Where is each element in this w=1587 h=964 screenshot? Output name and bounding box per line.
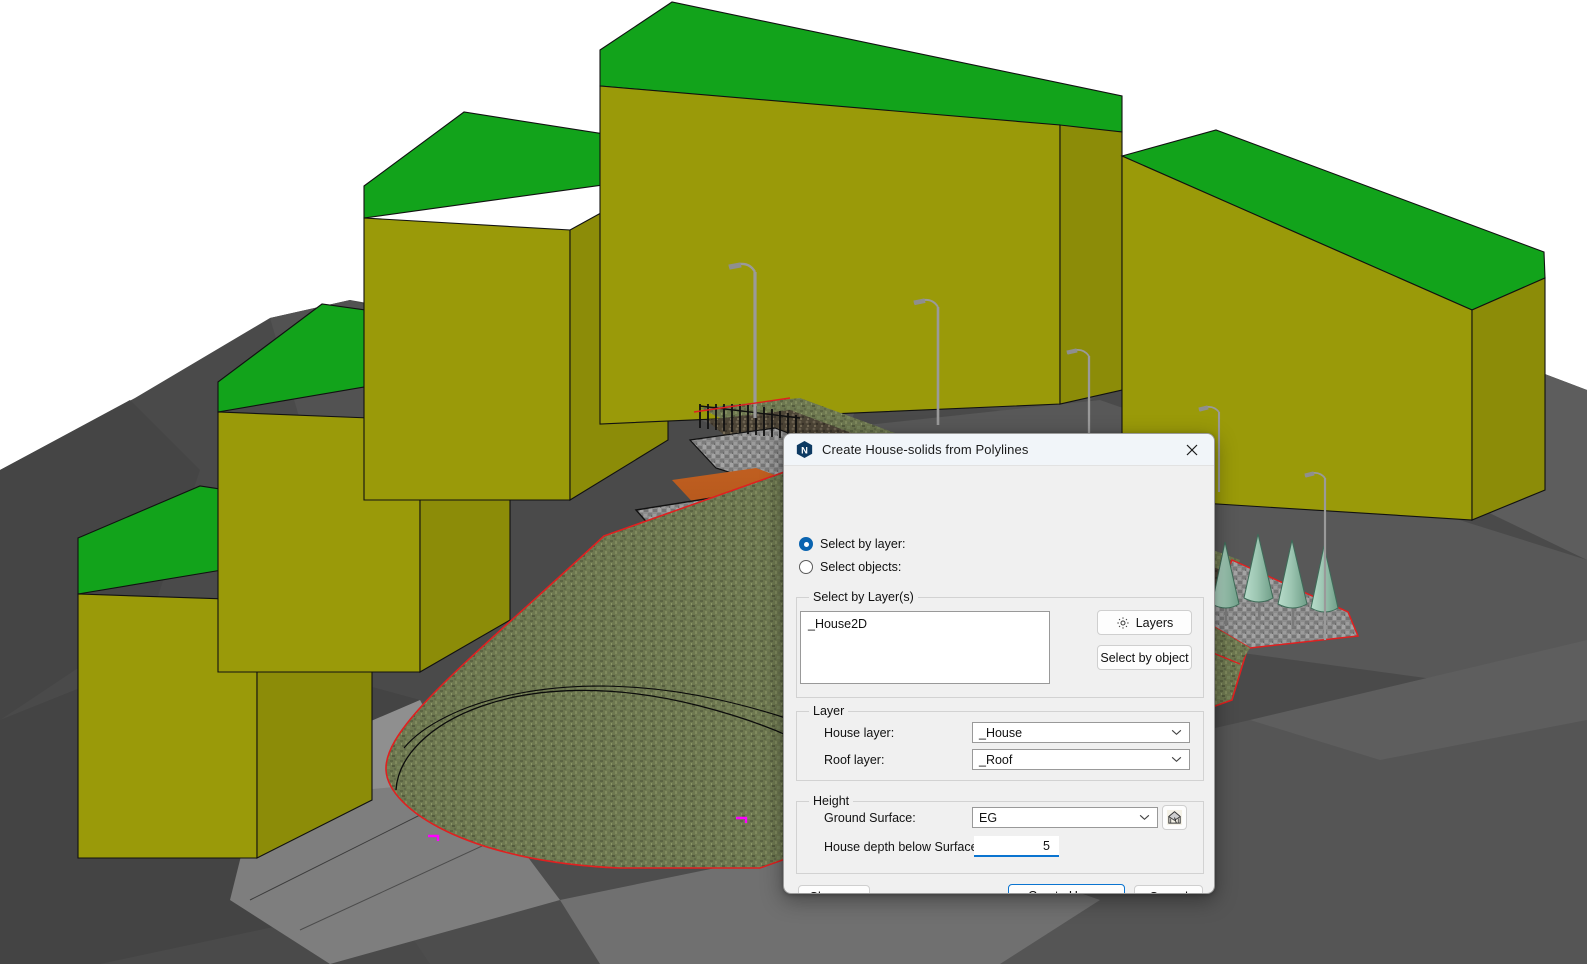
layers-button-label: Layers — [1135, 615, 1174, 630]
select-by-object-button-label: Select by object — [1100, 650, 1189, 665]
radio-label-select-objects: Select objects: — [820, 560, 902, 574]
pick-surface-icon — [1166, 809, 1183, 826]
group-legend-select-by-layers: Select by Layer(s) — [813, 590, 914, 604]
select-by-object-button[interactable]: Select by object — [1097, 645, 1192, 670]
dialog-body: Select by layer: Select objects: Select … — [784, 466, 1214, 894]
gear-icon — [1116, 616, 1130, 630]
close-icon[interactable] — [1170, 434, 1214, 465]
chevron-down-icon — [1139, 808, 1150, 827]
screen: N Create House-solids from Polylines Sel… — [0, 0, 1587, 964]
group-legend-layer: Layer — [813, 704, 845, 718]
pick-surface-button[interactable] — [1162, 805, 1187, 830]
group-height: Height — [796, 794, 1204, 874]
create-house-button-label: Create House — [1028, 889, 1105, 893]
layers-button[interactable]: Layers — [1097, 610, 1192, 635]
dialog-titlebar[interactable]: N Create House-solids from Polylines — [784, 434, 1214, 466]
clean-up-button-label: Clean up — [809, 890, 859, 894]
svg-text:N: N — [801, 445, 808, 455]
house-layer-value: _House — [979, 725, 1023, 740]
chevron-down-icon — [1171, 750, 1182, 769]
ground-surface-value: EG — [979, 810, 998, 825]
chevron-down-icon — [1171, 723, 1182, 742]
layer-listbox[interactable]: _House2D — [800, 611, 1050, 684]
radio-select-by-layer[interactable]: Select by layer: — [799, 537, 905, 551]
dialog-title: Create House-solids from Polylines — [822, 442, 1029, 457]
house-depth-label: House depth below Surface — [824, 840, 978, 854]
house-layer-select[interactable]: _House — [972, 722, 1190, 743]
radio-label-by-layer: Select by layer: — [820, 537, 906, 551]
building-solid-4 — [599, 1, 1123, 425]
create-house-button[interactable]: Create House — [1008, 884, 1125, 893]
create-house-dialog[interactable]: N Create House-solids from Polylines Sel… — [783, 433, 1215, 894]
radio-indicator-select-objects — [799, 560, 813, 574]
roof-layer-select[interactable]: _Roof — [972, 749, 1190, 770]
novapoint-n-icon: N — [796, 440, 813, 459]
layer-list-item[interactable]: _House2D — [801, 612, 1049, 632]
cancel-button-label: Cancel — [1149, 890, 1188, 894]
ground-surface-label: Ground Surface: — [824, 811, 916, 825]
group-legend-height: Height — [813, 794, 850, 808]
roof-layer-label: Roof layer: — [824, 753, 885, 767]
radio-indicator-by-layer — [799, 537, 813, 551]
house-layer-label: House layer: — [824, 726, 895, 740]
clean-up-button[interactable]: Clean up — [798, 885, 870, 894]
radio-select-objects[interactable]: Select objects: — [799, 560, 901, 574]
ground-surface-select[interactable]: EG — [972, 807, 1158, 828]
roof-layer-value: _Roof — [979, 752, 1013, 767]
house-depth-value: 5 — [1043, 838, 1050, 853]
cancel-button[interactable]: Cancel — [1134, 885, 1203, 894]
house-depth-input[interactable]: 5 — [974, 836, 1059, 857]
